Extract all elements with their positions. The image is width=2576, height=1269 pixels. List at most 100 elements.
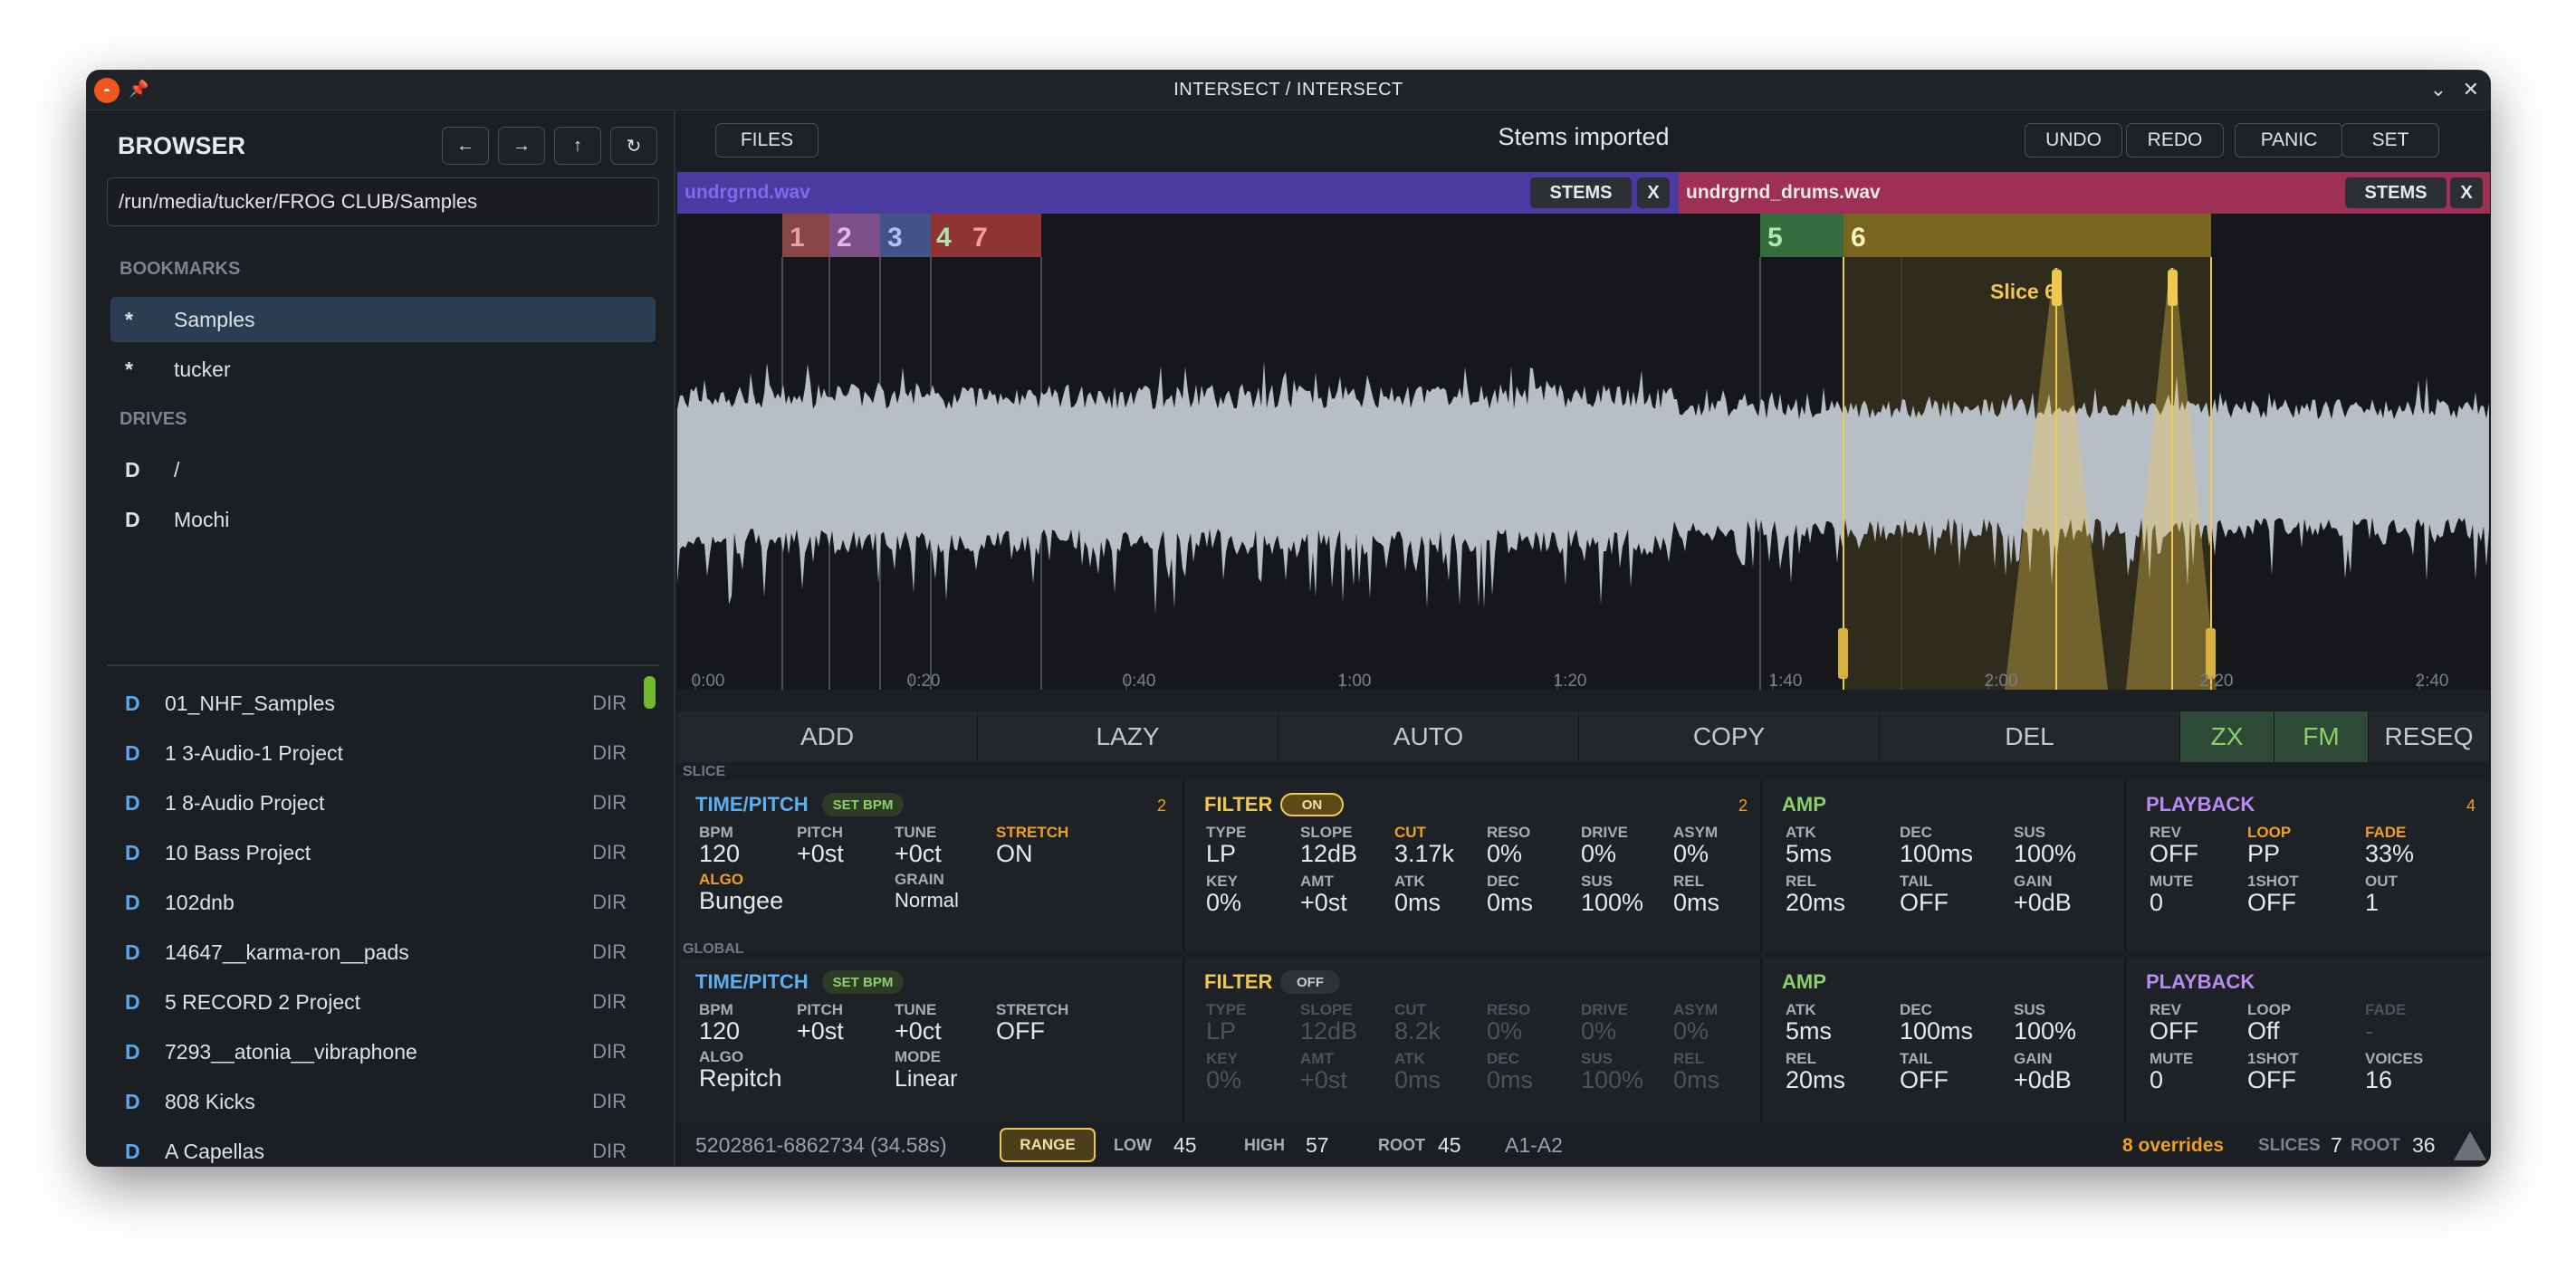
close-track-button[interactable]: X xyxy=(2450,177,2483,208)
param-value[interactable]: 20ms xyxy=(1786,889,1845,917)
tool-button-fm[interactable]: FM xyxy=(2274,711,2369,762)
param-value[interactable]: +0st xyxy=(1300,889,1347,917)
param-value[interactable]: 12dB xyxy=(1300,1017,1357,1045)
param-value[interactable]: LP xyxy=(1206,840,1236,868)
collapse-triangle-icon[interactable] xyxy=(2454,1131,2486,1160)
file-list-item[interactable]: D 808 Kicks DIR xyxy=(107,1077,632,1126)
waveform-view[interactable]: 1 2 3 47 5 6 Slice 6 0:00 0:20 0:40 1:00 1:20 1:40… xyxy=(677,214,2490,690)
param-value[interactable]: 120 xyxy=(699,1017,740,1045)
minimize-icon[interactable]: ⌄ xyxy=(2430,78,2447,101)
file-list-item[interactable]: D 01_NHF_Samples DIR xyxy=(107,679,632,728)
redo-button[interactable]: REDO xyxy=(2126,123,2224,157)
param-value[interactable]: 0% xyxy=(1487,1017,1522,1045)
param-value[interactable]: 1 xyxy=(2365,889,2379,917)
param-value[interactable]: 100% xyxy=(1581,889,1643,917)
track-header[interactable]: undrgrnd.wav STEMS X xyxy=(677,172,1679,214)
param-value[interactable]: 3.17k xyxy=(1394,840,1454,868)
tool-button-zx[interactable]: ZX xyxy=(2180,711,2274,762)
close-track-button[interactable]: X xyxy=(1637,177,1670,208)
scrollbar-thumb[interactable] xyxy=(644,676,656,709)
file-list-item[interactable]: D A Capellas DIR xyxy=(107,1127,632,1166)
param-value[interactable]: Normal xyxy=(895,889,959,912)
pin-icon[interactable]: 📌 xyxy=(129,80,148,99)
param-value[interactable]: 5ms xyxy=(1786,840,1832,868)
param-value[interactable]: OFF xyxy=(1900,1066,1949,1094)
param-value[interactable]: +0ct xyxy=(895,840,942,868)
param-value[interactable]: 0 xyxy=(2150,1066,2163,1094)
param-value[interactable]: 100ms xyxy=(1900,840,1973,868)
root-value[interactable]: 45 xyxy=(1438,1133,1461,1158)
set-button[interactable]: SET xyxy=(2341,123,2439,157)
param-value[interactable]: 12dB xyxy=(1300,840,1357,868)
range-button[interactable]: RANGE xyxy=(1000,1128,1096,1162)
param-value[interactable]: 0% xyxy=(1673,1017,1709,1045)
refresh-button[interactable]: ↻ xyxy=(610,127,657,165)
bookmark-item[interactable]: * tucker xyxy=(110,347,656,392)
stems-button[interactable]: STEMS xyxy=(1530,177,1632,208)
root2-value[interactable]: 36 xyxy=(2412,1133,2436,1158)
param-value[interactable]: Bungee xyxy=(699,887,783,915)
param-value[interactable]: 100% xyxy=(2014,1017,2076,1045)
panic-button[interactable]: PANIC xyxy=(2235,123,2343,157)
param-value[interactable]: 5ms xyxy=(1786,1017,1832,1045)
param-value[interactable]: 0% xyxy=(1581,1017,1616,1045)
file-list-item[interactable]: D 10 Bass Project DIR xyxy=(107,828,632,877)
param-value[interactable]: 0ms xyxy=(1673,889,1719,917)
param-value[interactable]: 0ms xyxy=(1394,889,1441,917)
stems-button[interactable]: STEMS xyxy=(2345,177,2447,208)
tool-button-del[interactable]: DEL xyxy=(1880,711,2180,762)
file-list-item[interactable]: D 102dnb DIR xyxy=(107,878,632,927)
param-value[interactable]: OFF xyxy=(2150,1017,2198,1045)
overrides-count[interactable]: 8 overrides xyxy=(2122,1135,2224,1157)
file-list-item[interactable]: D 5 RECORD 2 Project DIR xyxy=(107,978,632,1026)
param-value[interactable]: 120 xyxy=(699,840,740,868)
param-value[interactable]: +0st xyxy=(1300,1066,1347,1094)
param-value[interactable]: 0ms xyxy=(1487,1066,1533,1094)
param-value[interactable]: +0st xyxy=(797,1017,844,1045)
file-list-item[interactable]: D 1 8-Audio Project DIR xyxy=(107,778,632,827)
param-value[interactable]: +0dB xyxy=(2014,889,2072,917)
param-value[interactable]: OFF xyxy=(1900,889,1949,917)
param-value[interactable]: OFF xyxy=(2247,889,2296,917)
path-input[interactable]: /run/media/tucker/FROG CLUB/Samples xyxy=(107,177,659,226)
tool-button-copy[interactable]: COPY xyxy=(1579,711,1880,762)
param-value[interactable]: 0 xyxy=(2150,889,2163,917)
param-value[interactable]: 16 xyxy=(2365,1066,2392,1094)
tool-button-auto[interactable]: AUTO xyxy=(1278,711,1579,762)
param-value[interactable]: 0ms xyxy=(1673,1066,1719,1094)
param-value[interactable]: 100ms xyxy=(1900,1017,1973,1045)
file-list-item[interactable]: D 1 3-Audio-1 Project DIR xyxy=(107,729,632,778)
back-button[interactable]: ← xyxy=(442,127,489,165)
param-value[interactable]: 20ms xyxy=(1786,1066,1845,1094)
param-value[interactable]: OFF xyxy=(2247,1066,2296,1094)
bookmark-item[interactable]: * Samples xyxy=(110,297,656,342)
filter-toggle[interactable]: ON xyxy=(1280,793,1344,816)
param-value[interactable]: 8.2k xyxy=(1394,1017,1441,1045)
param-value[interactable]: 0% xyxy=(1487,840,1522,868)
param-value[interactable]: Linear xyxy=(895,1066,958,1092)
track-header[interactable]: undrgrnd_drums.wav STEMS X xyxy=(1679,172,2490,214)
undo-button[interactable]: UNDO xyxy=(2025,123,2122,157)
waveform-canvas[interactable]: 1 2 3 47 5 6 Slice 6 0:00 0:20 0:40 1:00 1:20 1:40… xyxy=(677,214,2490,690)
param-value[interactable]: - xyxy=(2365,1017,2373,1045)
param-value[interactable]: 0% xyxy=(1581,840,1616,868)
set-bpm-button[interactable]: SET BPM xyxy=(822,970,904,994)
param-value[interactable]: 0% xyxy=(1673,840,1709,868)
set-bpm-button[interactable]: SET BPM xyxy=(822,793,904,816)
close-icon[interactable]: ✕ xyxy=(2463,78,2479,101)
tool-button-reseq[interactable]: RESEQ xyxy=(2369,711,2490,762)
param-value[interactable]: 0ms xyxy=(1394,1066,1441,1094)
tool-button-add[interactable]: ADD xyxy=(677,711,978,762)
param-value[interactable]: 0% xyxy=(1206,1066,1241,1094)
param-value[interactable]: 0ms xyxy=(1487,889,1533,917)
param-value[interactable]: +0ct xyxy=(895,1017,942,1045)
param-value[interactable]: ON xyxy=(996,840,1033,868)
param-value[interactable]: +0st xyxy=(797,840,844,868)
param-value[interactable]: OFF xyxy=(2150,840,2198,868)
param-value[interactable]: OFF xyxy=(996,1017,1045,1045)
high-value[interactable]: 57 xyxy=(1306,1133,1329,1158)
filter-toggle[interactable]: OFF xyxy=(1280,970,1340,994)
param-value[interactable]: Off xyxy=(2247,1017,2280,1045)
param-value[interactable]: 0% xyxy=(1206,889,1241,917)
param-value[interactable]: 100% xyxy=(1581,1066,1643,1094)
